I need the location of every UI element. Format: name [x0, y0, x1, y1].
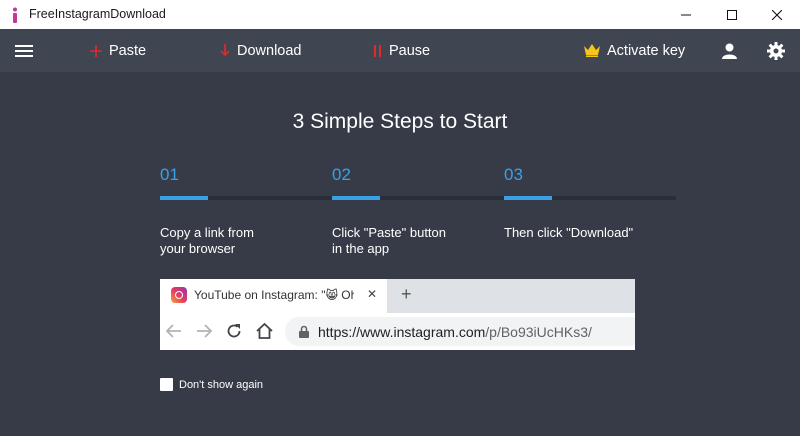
step-3: 03 Then click "Download" [504, 165, 676, 241]
arrow-down-icon [220, 44, 230, 57]
title-bar: FreeInstagramDownload [0, 0, 800, 29]
url-domain: https://www.instagram.com [318, 324, 486, 340]
lock-icon [299, 325, 309, 343]
app-logo-icon [13, 7, 17, 23]
step-progress-track [332, 196, 504, 200]
step-description: Then click "Download" [504, 225, 634, 240]
url-path: /p/Bo93iUcHKs3/ [485, 324, 592, 340]
paste-button[interactable]: Paste [90, 29, 146, 72]
browser-navbar: https://www.instagram.com/p/Bo93iUcHKs3/ [160, 313, 635, 350]
instagram-icon [171, 287, 187, 303]
maximize-button[interactable] [709, 0, 755, 29]
hamburger-menu-icon [15, 44, 33, 57]
step-progress-track [504, 196, 676, 200]
menu-button[interactable] [15, 29, 33, 72]
pause-icon [373, 44, 382, 57]
step-description: Click "Paste" button in the app [332, 225, 447, 256]
plus-icon [90, 44, 102, 57]
activate-key-button[interactable]: Activate key [584, 29, 685, 72]
step-number: 01 [160, 165, 179, 184]
forward-arrow-icon [194, 321, 214, 341]
download-button[interactable]: Download [220, 29, 302, 72]
minimize-button[interactable] [663, 0, 709, 29]
home-icon [254, 321, 274, 341]
browser-example-image: YouTube on Instagram: "😸 Oh. M ✕ + https… [160, 279, 635, 350]
step-2: 02 Click "Paste" button in the app [332, 165, 504, 257]
dont-show-again-checkbox[interactable] [160, 378, 173, 391]
new-tab-icon: + [401, 284, 412, 304]
back-arrow-icon [164, 321, 184, 341]
step-progress-fill [504, 196, 553, 200]
step-progress-fill [160, 196, 209, 200]
crown-icon [584, 44, 600, 57]
step-number: 02 [332, 165, 351, 184]
dont-show-again-label[interactable]: Don't show again [179, 379, 263, 391]
activate-key-label: Activate key [607, 42, 686, 59]
step-1: 01 Copy a link from your browser [160, 165, 332, 257]
close-icon [772, 9, 782, 20]
browser-tab: YouTube on Instagram: "😸 Oh. M ✕ [160, 279, 387, 313]
step-progress-track [160, 196, 332, 200]
dont-show-again-option[interactable]: Don't show again [160, 378, 263, 391]
window-title: FreeInstagramDownload [29, 7, 166, 21]
page-title: 3 Simple Steps to Start [292, 110, 508, 133]
pause-button[interactable]: Pause [373, 29, 430, 72]
minimize-icon [681, 14, 691, 15]
reload-icon [224, 321, 244, 341]
step-progress-fill [332, 196, 381, 200]
gear-icon [767, 41, 785, 60]
download-label: Download [237, 42, 302, 59]
toolbar: Paste Download Pause Activate key [0, 29, 800, 72]
step-number: 03 [504, 165, 523, 184]
maximize-icon [727, 9, 737, 20]
browser-tab-title: YouTube on Instagram: "😸 Oh. M [194, 288, 354, 302]
url-text: https://www.instagram.com/p/Bo93iUcHKs3/ [318, 324, 592, 340]
step-description: Copy a link from your browser [160, 225, 254, 256]
pause-label: Pause [389, 42, 431, 59]
tab-close-icon: ✕ [367, 287, 378, 301]
settings-button[interactable] [767, 29, 785, 72]
paste-label: Paste [109, 42, 147, 59]
close-button[interactable] [754, 0, 800, 29]
address-bar: https://www.instagram.com/p/Bo93iUcHKs3/ [285, 317, 635, 346]
user-icon [722, 43, 737, 59]
user-button[interactable] [722, 29, 737, 72]
